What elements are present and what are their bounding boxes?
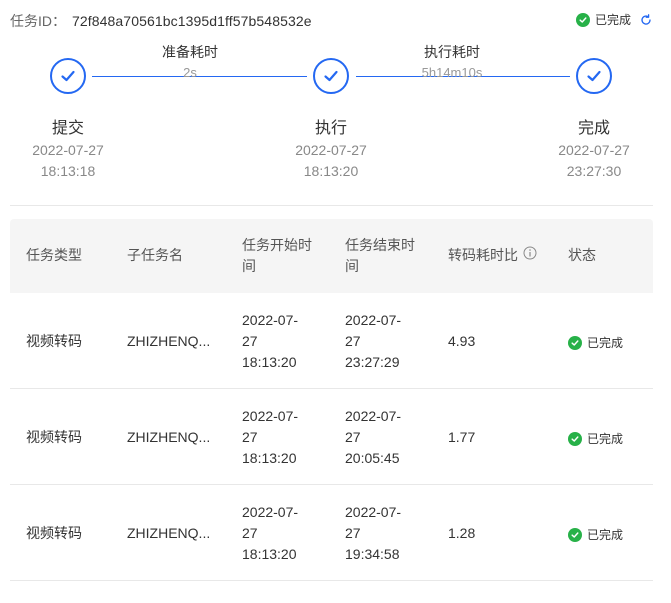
cell-start-date: 2022-07-	[242, 312, 299, 328]
task-id-label: 任务ID：	[10, 13, 66, 29]
cell-start-day: 27	[242, 429, 258, 445]
col-transcode-ratio-label: 转码耗时比	[448, 247, 518, 263]
check-icon	[61, 70, 75, 82]
cell-transcode-ratio: 1.77	[448, 429, 476, 445]
check-circle-icon	[568, 431, 582, 446]
overall-status-text: 已完成	[594, 13, 631, 27]
step-execute-circle	[313, 58, 349, 94]
prep-duration-label: 准备耗时	[162, 44, 218, 60]
cell-subtask-name[interactable]: ZHIZHENQ...	[127, 523, 210, 544]
cell-end-day: 27	[345, 333, 361, 349]
cell-start-clock: 18:13:20	[242, 546, 297, 562]
step-complete-time: 23:27:30	[566, 163, 622, 179]
cell-end-clock: 19:34:58	[345, 546, 400, 562]
step-execute-date: 2022-07-27	[295, 142, 367, 158]
task-id-line: 任务ID： 72f848a70561bc1395d1ff57b548532e	[10, 11, 312, 31]
cell-end-clock: 23:27:29	[345, 354, 400, 370]
overall-status: 已完成	[575, 11, 653, 28]
exec-duration-value: 5h14m10s	[421, 65, 483, 80]
cell-status-text: 已完成	[587, 528, 624, 542]
cell-task-type: 视频转码	[26, 333, 82, 349]
table-row: 视频转码 ZHIZHENQ... 2022-07- 27 18:13:20 20…	[10, 485, 653, 581]
step-submit-name: 提交	[51, 120, 84, 137]
cell-end-day: 27	[345, 429, 361, 445]
cell-start-date: 2022-07-	[242, 504, 299, 520]
cell-task-type: 视频转码	[26, 525, 82, 541]
task-id-value: 72f848a70561bc1395d1ff57b548532e	[72, 13, 312, 29]
cell-end-time: 2022-07- 27 20:05:45	[345, 406, 401, 469]
cell-end-day: 27	[345, 525, 361, 541]
step-complete-circle	[576, 58, 612, 94]
table-row: 视频转码 ZHIZHENQ... 2022-07- 27 18:13:20 20…	[10, 293, 653, 389]
cell-end-date: 2022-07-	[345, 408, 402, 424]
section-divider	[10, 205, 653, 206]
cell-status: 已完成	[568, 526, 623, 543]
cell-start-time: 2022-07- 27 18:13:20	[242, 406, 298, 469]
check-circle-icon	[575, 12, 590, 27]
cell-subtask-name[interactable]: ZHIZHENQ...	[127, 427, 210, 448]
step-submit-time: 18:13:18	[40, 163, 96, 179]
step-complete-date: 2022-07-27	[558, 142, 630, 158]
cell-end-date: 2022-07-	[345, 312, 402, 328]
col-transcode-ratio: 转码耗时比	[448, 245, 537, 266]
cell-end-clock: 20:05:45	[345, 450, 400, 466]
cell-start-time: 2022-07- 27 18:13:20	[242, 310, 298, 373]
cell-status-text: 已完成	[587, 432, 624, 446]
cell-start-clock: 18:13:20	[242, 354, 297, 370]
step-execute-name: 执行	[314, 120, 347, 137]
col-start-time: 任务开始时 间	[242, 235, 312, 277]
cell-start-clock: 18:13:20	[242, 450, 297, 466]
cell-end-time: 2022-07- 27 19:34:58	[345, 502, 401, 565]
subtask-table: 任务类型 子任务名 任务开始时 间 任务结束时 间 转码耗时比 状态 视频转码 …	[10, 219, 653, 581]
cell-end-time: 2022-07- 27 23:27:29	[345, 310, 401, 373]
check-icon	[324, 70, 338, 82]
cell-status: 已完成	[568, 334, 623, 351]
col-end-time: 任务结束时 间	[345, 235, 415, 277]
col-start-time-line1: 任务开始时	[242, 237, 312, 253]
col-end-time-line1: 任务结束时	[345, 237, 415, 253]
step-complete-name: 完成	[577, 120, 610, 137]
prep-duration-value: 2s	[183, 65, 197, 80]
step-execute-time: 18:13:20	[303, 163, 359, 179]
step-submit-circle	[50, 58, 86, 94]
table-header: 任务类型 子任务名 任务开始时 间 任务结束时 间 转码耗时比 状态	[10, 219, 653, 293]
col-start-time-line2: 间	[242, 258, 256, 274]
refresh-icon[interactable]	[639, 13, 653, 27]
exec-duration-label: 执行耗时	[424, 44, 480, 60]
check-icon	[587, 70, 601, 82]
col-status: 状态	[568, 247, 596, 263]
cell-start-time: 2022-07- 27 18:13:20	[242, 502, 298, 565]
col-task-type: 任务类型	[26, 247, 82, 263]
cell-transcode-ratio: 4.93	[448, 333, 476, 349]
cell-subtask-name[interactable]: ZHIZHENQ...	[127, 331, 210, 352]
cell-transcode-ratio: 1.28	[448, 525, 476, 541]
table-row: 视频转码 ZHIZHENQ... 2022-07- 27 18:13:20 20…	[10, 389, 653, 485]
cell-status-text: 已完成	[587, 336, 624, 350]
cell-end-date: 2022-07-	[345, 504, 402, 520]
col-end-time-line2: 间	[345, 258, 359, 274]
cell-task-type: 视频转码	[26, 429, 82, 445]
cell-start-date: 2022-07-	[242, 408, 299, 424]
cell-start-day: 27	[242, 333, 258, 349]
cell-status: 已完成	[568, 430, 623, 447]
col-subtask-name: 子任务名	[127, 247, 183, 263]
cell-start-day: 27	[242, 525, 258, 541]
check-circle-icon	[568, 335, 582, 350]
info-icon[interactable]	[523, 245, 537, 266]
step-submit-date: 2022-07-27	[32, 142, 104, 158]
check-circle-icon	[568, 527, 582, 542]
